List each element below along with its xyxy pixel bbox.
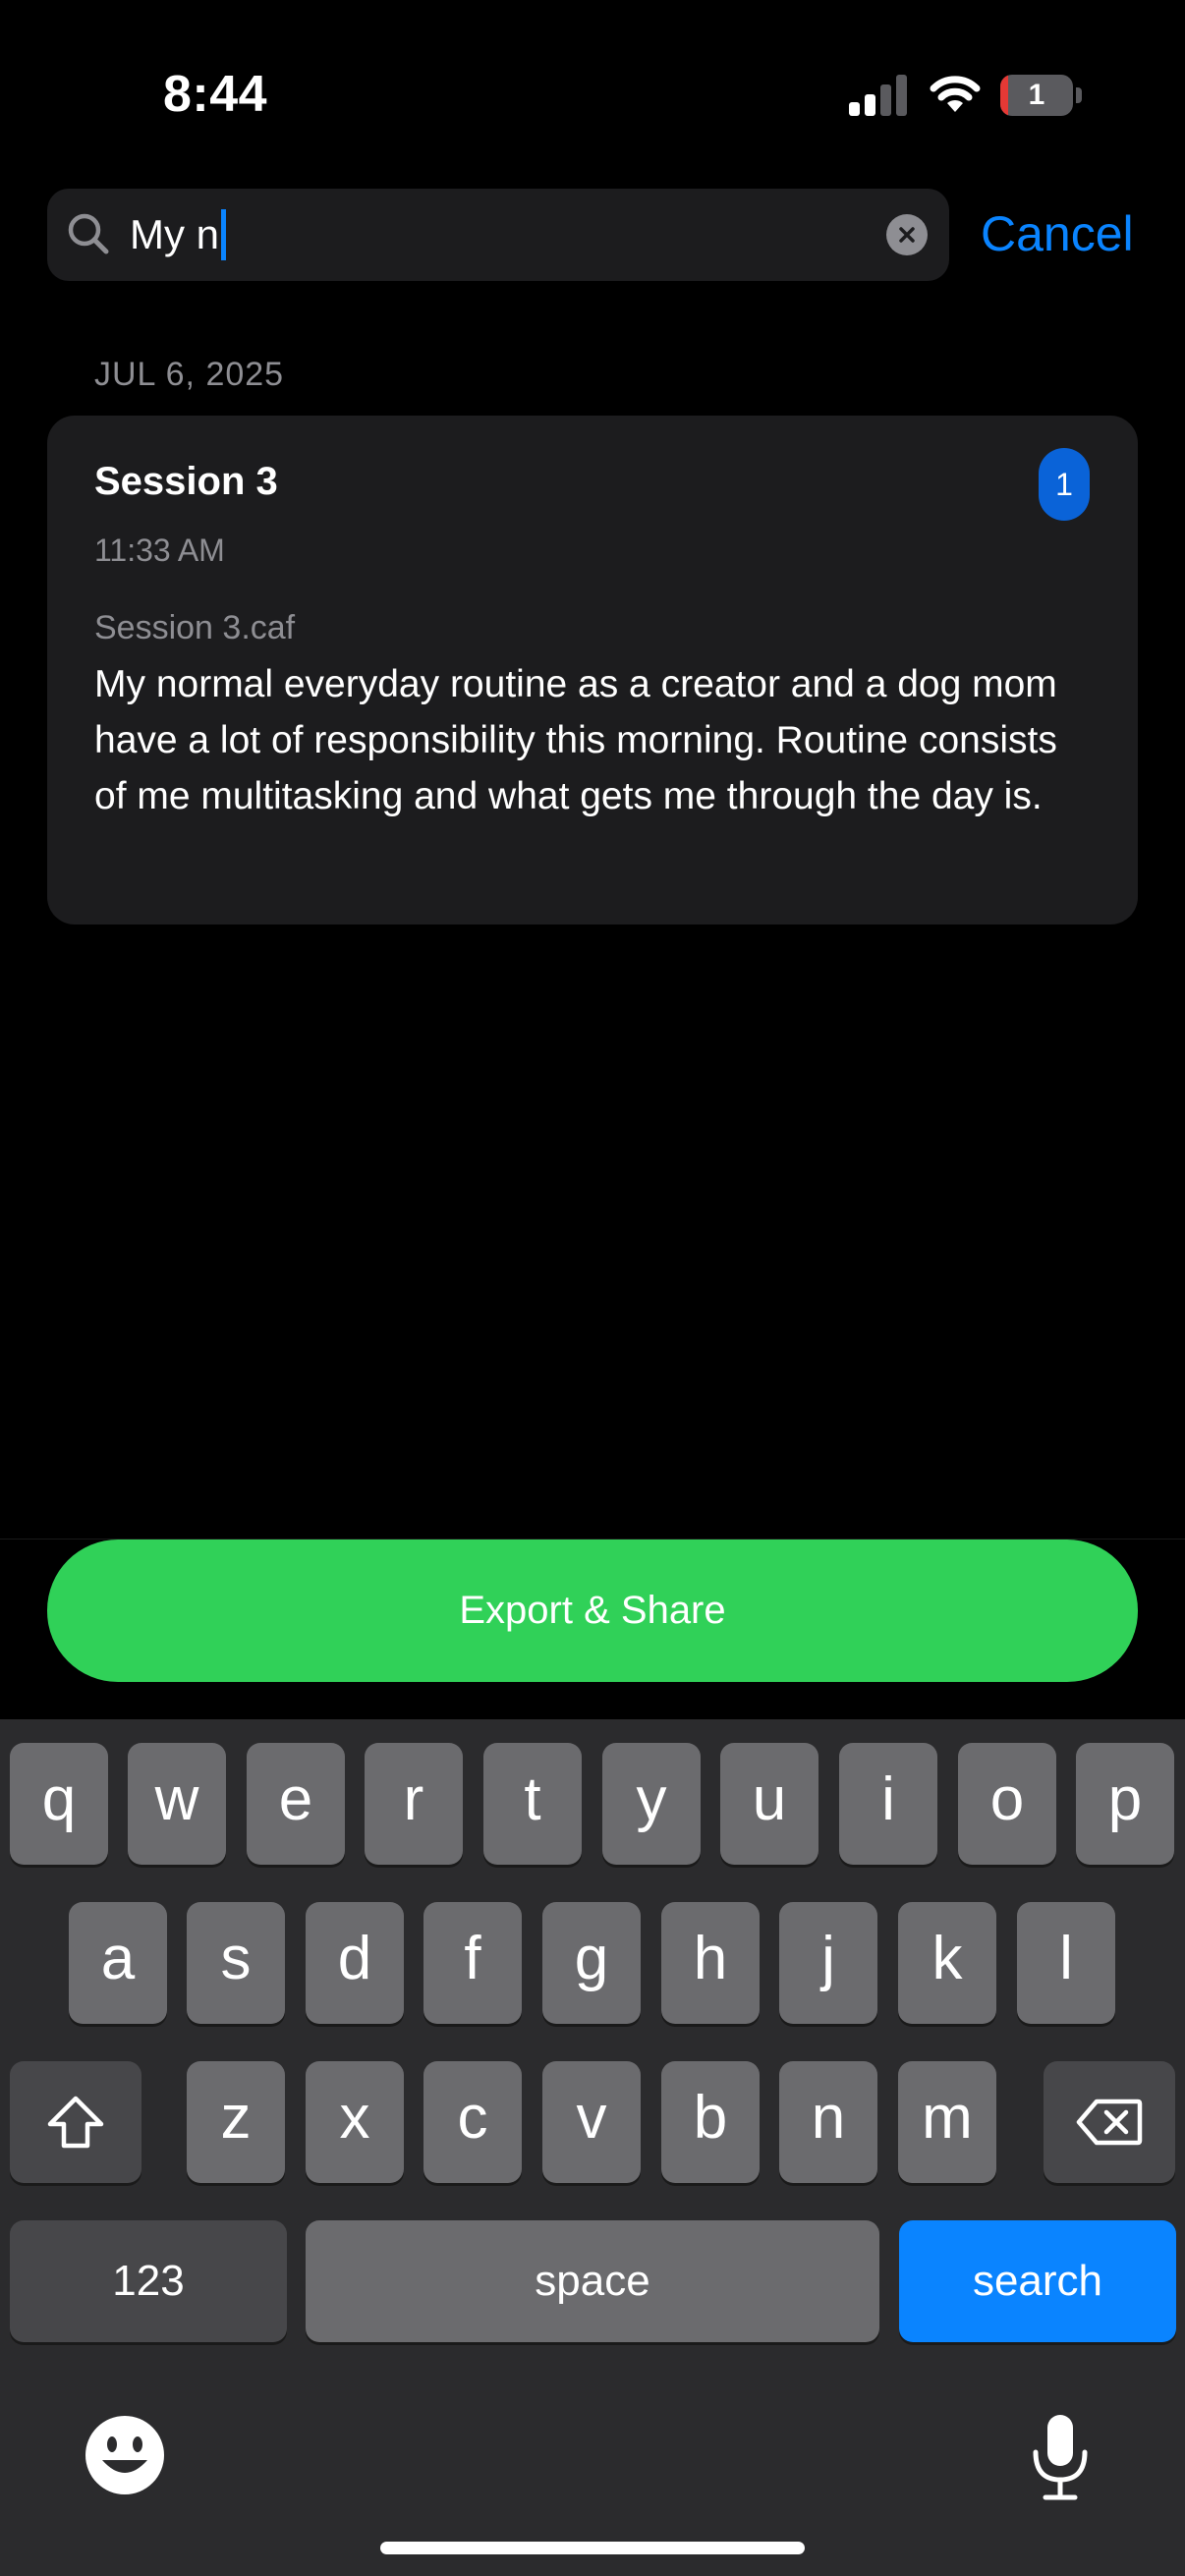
key-b[interactable]: b [661,2061,760,2183]
key-y[interactable]: y [602,1743,701,1865]
backspace-key[interactable] [1044,2061,1175,2183]
space-key[interactable]: space [306,2220,879,2342]
status-time: 8:44 [163,66,268,123]
key-c[interactable]: c [423,2061,522,2183]
key-l[interactable]: l [1017,1902,1115,2024]
cellular-signal-icon [849,75,908,116]
key-u[interactable]: u [720,1743,818,1865]
key-n[interactable]: n [779,2061,877,2183]
home-indicator[interactable] [380,2542,805,2554]
key-d[interactable]: d [306,1902,404,2024]
close-icon [899,227,915,243]
key-z[interactable]: z [187,2061,285,2183]
search-key[interactable]: search [899,2220,1176,2342]
text-cursor [221,209,227,260]
key-p[interactable]: p [1076,1743,1174,1865]
key-g[interactable]: g [542,1902,641,2024]
key-e[interactable]: e [247,1743,345,1865]
key-x[interactable]: x [306,2061,404,2183]
key-t[interactable]: t [483,1743,582,1865]
result-time: 11:33 AM [94,532,225,568]
battery-level: 1 [1028,79,1045,111]
backspace-icon [1076,2099,1143,2146]
result-excerpt: My normal everyday routine as a creator … [94,663,1057,817]
wifi-icon [928,73,983,116]
battery-icon: 1 [1000,75,1083,116]
cancel-button[interactable]: Cancel [981,204,1134,263]
key-s[interactable]: s [187,1902,285,2024]
result-title: Session 3 [94,460,278,503]
key-h[interactable]: h [661,1902,760,2024]
search-icon [65,210,112,257]
numbers-key[interactable]: 123 [10,2220,287,2342]
shift-key[interactable] [10,2061,141,2183]
key-k[interactable]: k [898,1902,996,2024]
key-i[interactable]: i [839,1743,937,1865]
section-date-header: JUL 6, 2025 [94,356,285,393]
key-m[interactable]: m [898,2061,996,2183]
key-w[interactable]: w [128,1743,226,1865]
emoji-icon[interactable] [85,2415,165,2495]
clear-search-button[interactable] [886,214,928,255]
key-o[interactable]: o [958,1743,1056,1865]
key-r[interactable]: r [365,1743,463,1865]
key-a[interactable]: a [69,1902,167,2024]
shift-icon [47,2096,104,2149]
microphone-icon[interactable] [1028,2413,1093,2501]
key-f[interactable]: f [423,1902,522,2024]
search-query: My n [130,211,220,257]
export-share-button[interactable]: Export & Share [47,1540,1138,1682]
keyboard: q w e r t y u i o p a s d f g h j k l z … [0,1719,1185,2576]
match-count-badge: 1 [1039,448,1090,521]
search-input[interactable]: My n [130,206,227,263]
key-j[interactable]: j [779,1902,877,2024]
key-v[interactable]: v [542,2061,641,2183]
key-q[interactable]: q [10,1743,108,1865]
result-filename: Session 3.caf [94,609,296,646]
